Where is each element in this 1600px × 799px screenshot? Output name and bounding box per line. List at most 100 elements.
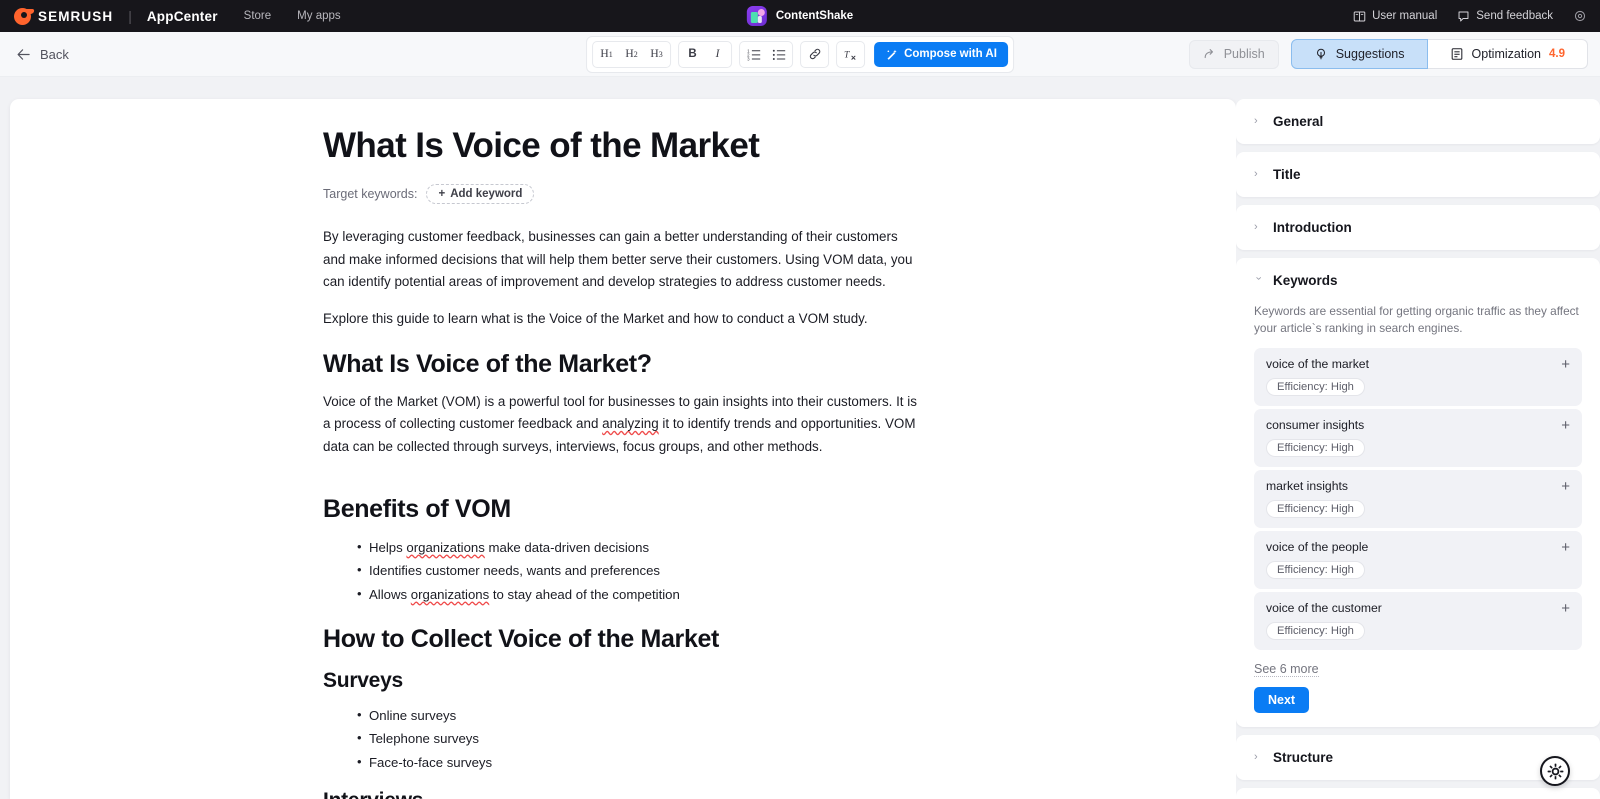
gear-icon[interactable] — [1573, 9, 1587, 23]
panel-section-general[interactable]: › General — [1236, 99, 1600, 144]
bold-button[interactable]: B — [681, 43, 704, 66]
vom-definition-paragraph[interactable]: Voice of the Market (VOM) is a powerful … — [323, 391, 923, 458]
keyword-name: voice of the people — [1266, 540, 1570, 554]
heading-how-to-collect[interactable]: How to Collect Voice of the Market — [323, 624, 923, 654]
document-title[interactable]: What Is Voice of the Market — [323, 125, 923, 166]
chevron-right-icon: › — [1254, 169, 1262, 180]
panel-section-introduction-header[interactable]: › Introduction — [1236, 205, 1600, 250]
panel-section-images[interactable]: › Images — [1236, 788, 1600, 799]
bullet-list-icon[interactable] — [767, 43, 790, 66]
h3-label: H — [650, 48, 658, 60]
add-keyword-plus-icon: + — [438, 188, 445, 200]
user-manual-link[interactable]: User manual — [1353, 10, 1437, 23]
nav-link-store[interactable]: Store — [244, 10, 272, 22]
add-keyword-plus-icon[interactable]: + — [1561, 418, 1570, 433]
back-label: Back — [40, 47, 69, 62]
list-item[interactable]: Helps organizations make data-driven dec… — [357, 536, 923, 560]
add-keyword-plus-icon[interactable]: + — [1561, 601, 1570, 616]
panel-section-images-header[interactable]: › Images — [1236, 788, 1600, 799]
link-icon[interactable] — [803, 43, 826, 66]
heading-1-button[interactable]: H1 — [595, 43, 618, 66]
panel-section-title[interactable]: › Title — [1236, 152, 1600, 197]
see-more-keywords-link[interactable]: See 6 more — [1254, 662, 1319, 677]
benefit-2-pre: Allows — [369, 587, 411, 602]
main-content-area: What Is Voice of the Market Target keywo… — [0, 77, 1600, 799]
panel-section-title-header[interactable]: › Title — [1236, 152, 1600, 197]
heading-3-button[interactable]: H3 — [645, 43, 668, 66]
svg-text:T: T — [844, 50, 850, 61]
compose-with-ai-label: Compose with AI — [904, 48, 997, 60]
heading-surveys[interactable]: Surveys — [323, 668, 923, 693]
magic-wand-icon — [885, 48, 898, 61]
keyword-card[interactable]: voice of the market Efficiency: High + — [1254, 348, 1582, 406]
heading-benefits-of-vom[interactable]: Benefits of VOM — [323, 494, 923, 524]
topbar-right-group: User manual Send feedback — [1353, 9, 1600, 23]
brand-name-semrush: SEMRUSH — [38, 9, 113, 24]
keyword-card[interactable]: consumer insights Efficiency: High + — [1254, 409, 1582, 467]
panel-section-general-title: General — [1273, 114, 1323, 129]
keyword-card[interactable]: voice of the people Efficiency: High + — [1254, 531, 1582, 589]
intro-paragraph[interactable]: By leveraging customer feedback, busines… — [323, 226, 923, 293]
target-keywords-row: Target keywords: + Add keyword — [323, 184, 923, 204]
heading-2-button[interactable]: H2 — [620, 43, 643, 66]
tab-suggestions[interactable]: Suggestions — [1291, 39, 1428, 69]
panel-section-title-title: Title — [1273, 167, 1301, 182]
add-keyword-button[interactable]: + Add keyword — [426, 184, 534, 204]
keywords-body: Keywords are essential for getting organ… — [1236, 303, 1600, 727]
chevron-right-icon: › — [1254, 752, 1262, 763]
add-keyword-label: Add keyword — [450, 188, 522, 200]
semrush-logo[interactable]: SEMRUSH | AppCenter — [14, 8, 218, 25]
list-item[interactable]: Online surveys — [357, 704, 923, 728]
chevron-right-icon: › — [1254, 116, 1262, 127]
publish-button[interactable]: Publish — [1189, 40, 1279, 69]
list-item[interactable]: Face-to-face surveys — [357, 751, 923, 775]
toolbar-right-group: Publish Suggestions Optimization 4.9 — [1189, 39, 1600, 69]
heading-what-is-vom[interactable]: What Is Voice of the Market? — [323, 349, 923, 379]
text-style-button-group: B I — [678, 41, 732, 68]
benefit-1-text: Identifies customer needs, wants and pre… — [369, 563, 660, 578]
send-feedback-link[interactable]: Send feedback — [1457, 10, 1553, 23]
clear-format-button-group: T — [836, 41, 865, 68]
list-item[interactable]: Identifies customer needs, wants and pre… — [357, 559, 923, 583]
next-button[interactable]: Next — [1254, 687, 1309, 713]
panel-section-keywords-header[interactable]: › Keywords — [1236, 258, 1600, 303]
back-button[interactable]: Back — [16, 47, 69, 62]
publish-label: Publish — [1224, 47, 1265, 61]
add-keyword-plus-icon[interactable]: + — [1561, 479, 1570, 494]
panel-section-introduction[interactable]: › Introduction — [1236, 205, 1600, 250]
nav-link-my-apps[interactable]: My apps — [297, 10, 340, 22]
editor-region: What Is Voice of the Market Target keywo… — [0, 77, 1236, 799]
add-keyword-plus-icon[interactable]: + — [1561, 540, 1570, 555]
document-body[interactable]: What Is Voice of the Market Target keywo… — [323, 99, 923, 799]
list-item[interactable]: Telephone surveys — [357, 727, 923, 751]
keyword-card[interactable]: voice of the customer Efficiency: High + — [1254, 592, 1582, 650]
keyword-name: voice of the market — [1266, 357, 1570, 371]
compose-with-ai-button[interactable]: Compose with AI — [874, 42, 1008, 67]
list-item[interactable]: Allows organizations to stay ahead of th… — [357, 583, 923, 607]
ordered-list-icon[interactable]: 123 — [742, 43, 765, 66]
misspelled-word-organizations[interactable]: organizations — [406, 540, 484, 555]
keyword-card[interactable]: market insights Efficiency: High + — [1254, 470, 1582, 528]
italic-button[interactable]: I — [706, 43, 729, 66]
h1-sub: 1 — [609, 50, 613, 59]
keyword-name: consumer insights — [1266, 418, 1570, 432]
keyword-efficiency-badge: Efficiency: High — [1266, 622, 1365, 640]
guide-paragraph[interactable]: Explore this guide to learn what is the … — [323, 308, 923, 330]
tab-optimization[interactable]: Optimization 4.9 — [1428, 39, 1588, 69]
settings-fab-button[interactable] — [1540, 756, 1570, 786]
lightbulb-icon — [1314, 47, 1328, 61]
brand-divider: | — [128, 8, 132, 24]
h2-sub: 2 — [634, 50, 638, 59]
misspelled-word-analyzing[interactable]: analyzing — [602, 416, 659, 431]
app-title-group: ContentShake — [747, 6, 853, 26]
panel-section-general-header[interactable]: › General — [1236, 99, 1600, 144]
misspelled-word-organizations[interactable]: organizations — [411, 587, 489, 602]
keyword-efficiency-badge: Efficiency: High — [1266, 439, 1365, 457]
app-title: ContentShake — [776, 10, 853, 22]
gear-icon — [1547, 763, 1564, 780]
add-keyword-plus-icon[interactable]: + — [1561, 357, 1570, 372]
brand-name-appcenter: AppCenter — [147, 9, 218, 24]
heading-interviews[interactable]: Interviews — [323, 788, 923, 799]
contentshake-icon — [747, 6, 767, 26]
clear-formatting-icon[interactable]: T — [839, 43, 862, 66]
